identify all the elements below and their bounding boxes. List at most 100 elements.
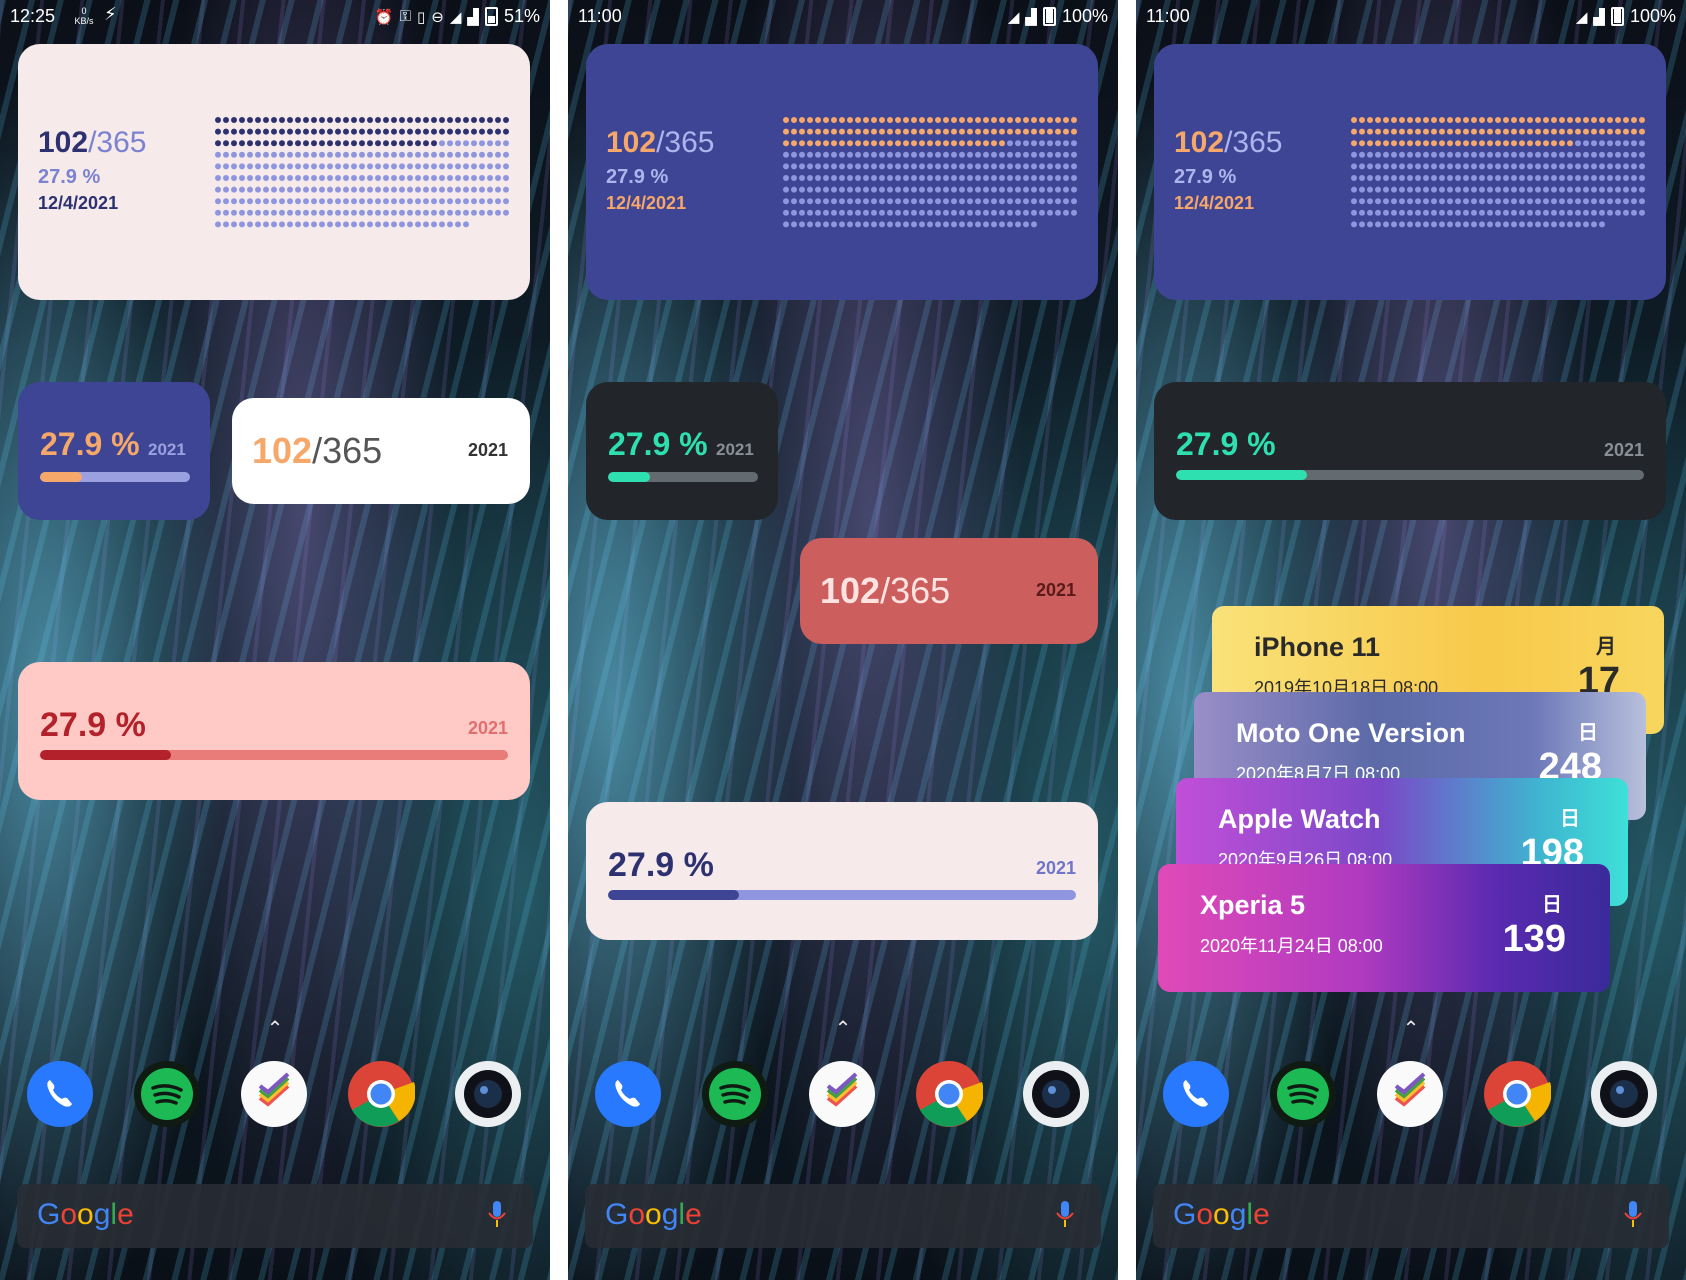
day-dot-elapsed [359,128,365,135]
day-dot-remaining [1615,186,1621,193]
microphone-icon[interactable] [487,1200,507,1230]
progress-bar-fill [608,890,739,900]
day-dot-remaining [319,198,325,205]
day-dot-elapsed [415,117,421,123]
day-dot-remaining [983,163,989,170]
day-dot-remaining [1423,198,1429,205]
day-dot-remaining [1607,151,1613,158]
tasks-icon[interactable] [240,1060,308,1128]
camera-icon[interactable] [1022,1060,1090,1128]
year-dots-widget[interactable]: 102/365 27.9 % 12/4/2021 [1154,44,1666,300]
day-dot-remaining [967,198,973,205]
day-dot-remaining [415,221,421,228]
day-dot-remaining [895,221,901,228]
day-dot-remaining [439,221,445,228]
day-dot-remaining [1479,221,1485,228]
spotify-icon[interactable] [701,1060,769,1128]
microphone-icon[interactable] [1055,1200,1075,1230]
day-dot-elapsed [983,140,989,147]
day-dot-remaining [311,151,317,158]
day-dot-elapsed [351,117,357,123]
day-dot-remaining [1471,163,1477,170]
day-dot-elapsed [1551,140,1557,147]
phone-icon[interactable] [594,1060,662,1128]
day-dot-remaining [895,198,901,205]
day-dot-remaining [487,151,493,158]
day-dot-remaining [919,186,925,193]
day-counter-widget[interactable]: 102/365 2021 [232,398,530,504]
app-drawer-chevron-icon[interactable]: ⌃ [568,1016,1118,1041]
day-dot-remaining [1543,209,1549,216]
day-counter-widget[interactable]: 102/365 2021 [800,538,1098,644]
day-dot-remaining [423,186,429,193]
day-dot-remaining [247,209,253,216]
countdown-card-xperia-5[interactable]: Xperia 5 2020年11月24日 08:00 日 139 [1158,864,1610,992]
day-dot-elapsed [1423,117,1429,123]
tasks-icon[interactable] [808,1060,876,1128]
google-search-bar[interactable]: Google [1153,1184,1669,1248]
wide-progress-widget[interactable]: 27.9 % 2021 [586,802,1098,940]
day-dot-remaining [215,209,221,216]
day-dot-elapsed [919,140,925,147]
day-dot-remaining [407,186,413,193]
spotify-icon[interactable] [133,1060,201,1128]
day-dot-remaining [1599,198,1605,205]
day-dot-elapsed [231,128,237,135]
progress-percent: 27.9 % [1176,426,1276,462]
day-dot-remaining [455,209,461,216]
small-progress-widget[interactable]: 27.9 % 2021 [586,382,778,520]
day-dot-elapsed [367,140,373,147]
day-dot-remaining [1631,140,1637,147]
day-dot-remaining [359,221,365,228]
day-dot-remaining [247,175,253,181]
chrome-icon[interactable] [347,1060,415,1128]
small-progress-widget[interactable]: 27.9 % 2021 [18,382,210,520]
day-dot-remaining [1023,140,1029,147]
spotify-icon[interactable] [1269,1060,1337,1128]
google-search-bar[interactable]: Google [17,1184,533,1248]
day-dot-remaining [263,163,269,170]
camera-icon[interactable] [454,1060,522,1128]
day-dot-remaining [967,209,973,216]
day-dot-remaining [439,140,445,147]
day-dot-remaining [1439,151,1445,158]
day-dot-elapsed [871,140,877,147]
day-dot-remaining [471,209,477,216]
phone-icon[interactable] [1162,1060,1230,1128]
day-dot-remaining [791,175,797,181]
app-drawer-chevron-icon[interactable]: ⌃ [1136,1016,1686,1041]
chrome-icon[interactable] [1483,1060,1551,1128]
day-dot-elapsed [479,128,485,135]
day-dot-remaining [999,163,1005,170]
day-dot-remaining [1047,198,1053,205]
day-dot-remaining [1031,198,1037,205]
day-dot-remaining [375,186,381,193]
day-dot-elapsed [1023,128,1029,135]
microphone-icon[interactable] [1623,1200,1643,1230]
day-dot-remaining [999,198,1005,205]
day-dot-remaining [999,186,1005,193]
day-dot-remaining [247,163,253,170]
day-dot-remaining [335,221,341,228]
chrome-icon[interactable] [915,1060,983,1128]
day-dot-elapsed [447,128,453,135]
day-dot-remaining [255,209,261,216]
day-dot-remaining [1607,198,1613,205]
app-drawer-chevron-icon[interactable]: ⌃ [0,1016,550,1041]
camera-icon[interactable] [1590,1060,1658,1128]
day-dot-remaining [1415,175,1421,181]
day-dot-remaining [871,198,877,205]
year-dots-widget[interactable]: 102/365 27.9 % 12/4/2021 [586,44,1098,300]
google-search-bar[interactable]: Google [585,1184,1101,1248]
percent-label: 27.9 % [38,166,101,188]
day-dot-remaining [1511,221,1517,228]
phone-icon[interactable] [26,1060,94,1128]
wide-progress-widget[interactable]: 27.9 % 2021 [1154,382,1666,520]
year-dots-widget[interactable]: 102/365 27.9 % 12/4/2021 [18,44,530,300]
day-dot-remaining [1591,186,1597,193]
wide-progress-widget[interactable]: 27.9 % 2021 [18,662,530,800]
tasks-icon[interactable] [1376,1060,1444,1128]
day-dot-remaining [815,198,821,205]
day-dot-remaining [919,175,925,181]
day-dot-remaining [1567,209,1573,216]
